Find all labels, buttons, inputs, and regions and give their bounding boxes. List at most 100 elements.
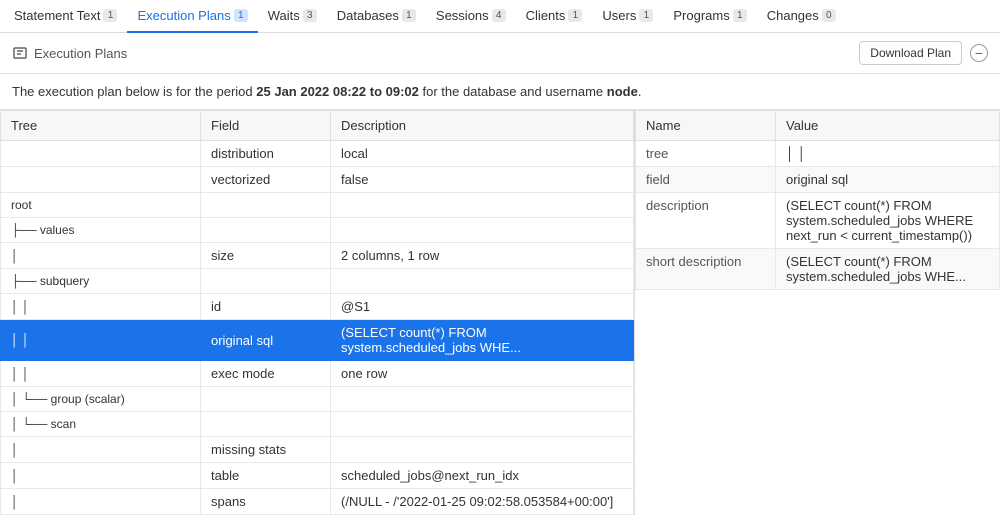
sub-header: Execution Plans Download Plan − xyxy=(0,33,1000,74)
cell-tree: │ └── group (scalar) xyxy=(1,387,201,412)
cell-tree: │ │ xyxy=(1,294,201,320)
nav-tabs: Statement Text1Execution Plans1Waits3Dat… xyxy=(0,0,1000,33)
cell-description xyxy=(331,193,634,218)
detail-col-value: Value xyxy=(776,111,1000,141)
detail-row: short description(SELECT count(*) FROM s… xyxy=(636,249,1000,290)
cell-tree xyxy=(1,167,201,193)
cell-description xyxy=(331,269,634,294)
table-header: Tree Field Description xyxy=(1,111,634,141)
sub-header-left: Execution Plans xyxy=(12,45,127,61)
cell-tree: ├── subquery xyxy=(1,269,201,294)
nav-tab-waits[interactable]: Waits3 xyxy=(258,0,327,33)
cell-description xyxy=(331,437,634,463)
cell-tree: │ xyxy=(1,463,201,489)
nav-tab-badge: 1 xyxy=(103,9,117,22)
table-row[interactable]: │size2 columns, 1 row xyxy=(1,243,634,269)
table-row[interactable]: │missing stats xyxy=(1,437,634,463)
nav-tab-label: Users xyxy=(602,8,636,23)
nav-tab-badge: 1 xyxy=(234,9,248,22)
cell-field: missing stats xyxy=(201,437,331,463)
detail-cell-value: (SELECT count(*) FROM system.scheduled_j… xyxy=(776,193,1000,249)
table-row[interactable]: │ │original sql(SELECT count(*) FROM sys… xyxy=(1,320,634,361)
cell-tree: root xyxy=(1,193,201,218)
nav-tab-label: Programs xyxy=(673,8,729,23)
nav-tab-statement-text[interactable]: Statement Text1 xyxy=(4,0,127,33)
table-row[interactable]: vectorizedfalse xyxy=(1,167,634,193)
cell-description: (/NULL - /'2022-01-25 09:02:58.053584+00… xyxy=(331,489,634,515)
detail-cell-value: │ │ xyxy=(776,141,1000,167)
nav-tab-label: Changes xyxy=(767,8,819,23)
nav-tab-badge: 1 xyxy=(402,9,416,22)
cell-tree: │ xyxy=(1,437,201,463)
cell-description: one row xyxy=(331,361,634,387)
cell-field: id xyxy=(201,294,331,320)
cell-tree xyxy=(1,141,201,167)
detail-col-name: Name xyxy=(636,111,776,141)
cell-tree: │ xyxy=(1,243,201,269)
cell-description xyxy=(331,412,634,437)
table-row[interactable]: ├── values xyxy=(1,218,634,243)
cell-field xyxy=(201,412,331,437)
table-row[interactable]: root xyxy=(1,193,634,218)
cell-description: (SELECT count(*) FROM system.scheduled_j… xyxy=(331,320,634,361)
detail-cell-name: field xyxy=(636,167,776,193)
cell-field xyxy=(201,269,331,294)
detail-row: description(SELECT count(*) FROM system.… xyxy=(636,193,1000,249)
nav-tab-sessions[interactable]: Sessions4 xyxy=(426,0,516,33)
left-table: Tree Field Description distributionlocal… xyxy=(0,110,635,515)
nav-tab-badge: 4 xyxy=(492,9,506,22)
nav-tab-changes[interactable]: Changes0 xyxy=(757,0,846,33)
info-prefix: The execution plan below is for the peri… xyxy=(12,84,256,99)
cell-field: exec mode xyxy=(201,361,331,387)
nav-tab-clients[interactable]: Clients1 xyxy=(516,0,593,33)
main-content: Tree Field Description distributionlocal… xyxy=(0,110,1000,515)
cell-description: scheduled_jobs@next_run_idx xyxy=(331,463,634,489)
cell-description xyxy=(331,387,634,412)
cell-field: table xyxy=(201,463,331,489)
table-row[interactable]: ├── subquery xyxy=(1,269,634,294)
col-tree: Tree xyxy=(1,111,201,141)
col-field: Field xyxy=(201,111,331,141)
detail-row: fieldoriginal sql xyxy=(636,167,1000,193)
nav-tab-badge: 1 xyxy=(639,9,653,22)
cell-field: original sql xyxy=(201,320,331,361)
nav-tab-label: Execution Plans xyxy=(137,8,230,23)
cell-field xyxy=(201,218,331,243)
detail-cell-name: tree xyxy=(636,141,776,167)
nav-tab-badge: 1 xyxy=(568,9,582,22)
nav-tab-execution-plans[interactable]: Execution Plans 1 xyxy=(127,0,257,33)
table-row[interactable]: │ └── group (scalar) xyxy=(1,387,634,412)
detail-cell-value: (SELECT count(*) FROM system.scheduled_j… xyxy=(776,249,1000,290)
cell-description: 2 columns, 1 row xyxy=(331,243,634,269)
info-username: node xyxy=(607,84,638,99)
info-middle: for the database and username xyxy=(419,84,607,99)
nav-tab-programs[interactable]: Programs 1 xyxy=(663,0,756,33)
nav-tab-badge: 1 xyxy=(733,9,747,22)
table-row[interactable]: │ │id@S1 xyxy=(1,294,634,320)
sub-header-title: Execution Plans xyxy=(34,46,127,61)
table-row[interactable]: │ │exec modeone row xyxy=(1,361,634,387)
nav-tab-badge: 0 xyxy=(822,9,836,22)
nav-tab-label: Clients xyxy=(526,8,566,23)
nav-tab-users[interactable]: Users1 xyxy=(592,0,663,33)
detail-cell-name: short description xyxy=(636,249,776,290)
nav-tab-label: Waits xyxy=(268,8,300,23)
cell-description: false xyxy=(331,167,634,193)
download-plan-button[interactable]: Download Plan xyxy=(859,41,962,65)
execution-plans-icon xyxy=(12,45,28,61)
collapse-button[interactable]: − xyxy=(970,44,988,62)
cell-description: @S1 xyxy=(331,294,634,320)
table-row[interactable]: │tablescheduled_jobs@next_run_idx xyxy=(1,463,634,489)
detail-cell-value: original sql xyxy=(776,167,1000,193)
table-row[interactable]: distributionlocal xyxy=(1,141,634,167)
detail-row: tree│ │ xyxy=(636,141,1000,167)
nav-tab-label: Statement Text xyxy=(14,8,100,23)
table-row[interactable]: │spans(/NULL - /'2022-01-25 09:02:58.053… xyxy=(1,489,634,515)
nav-tab-databases[interactable]: Databases1 xyxy=(327,0,426,33)
nav-tab-label: Databases xyxy=(337,8,399,23)
cell-field: distribution xyxy=(201,141,331,167)
table-row[interactable]: │ └── scan xyxy=(1,412,634,437)
cell-description xyxy=(331,218,634,243)
cell-tree: │ xyxy=(1,489,201,515)
cell-field: size xyxy=(201,243,331,269)
